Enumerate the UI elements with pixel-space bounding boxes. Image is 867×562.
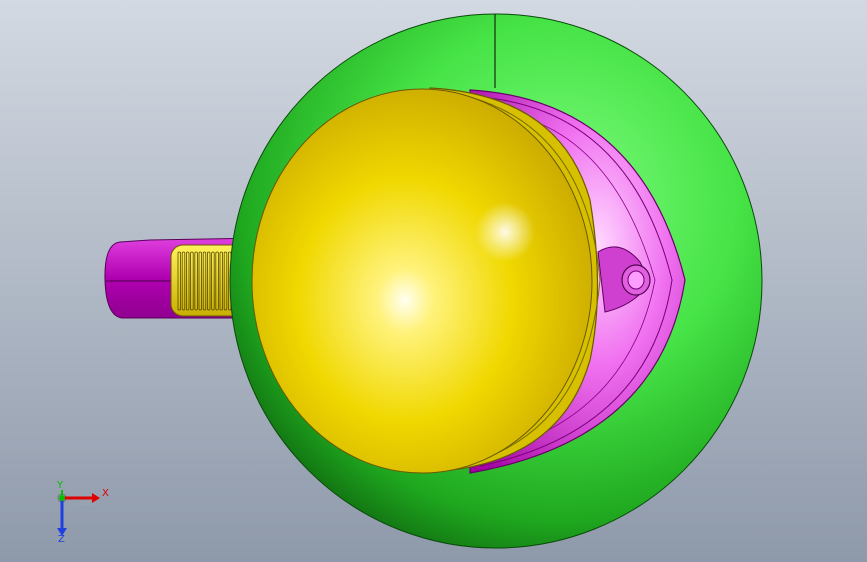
lid-dome	[251, 88, 593, 474]
axis-triad[interactable]: X Y Z	[40, 478, 120, 558]
kettle-lid[interactable]	[251, 87, 601, 474]
z-axis-label: Z	[58, 534, 65, 545]
x-axis-label: X	[102, 488, 109, 499]
3d-viewport[interactable]: X Y Z	[0, 0, 867, 562]
scene-canvas[interactable]	[0, 0, 867, 562]
y-axis-label: Y	[56, 480, 64, 491]
